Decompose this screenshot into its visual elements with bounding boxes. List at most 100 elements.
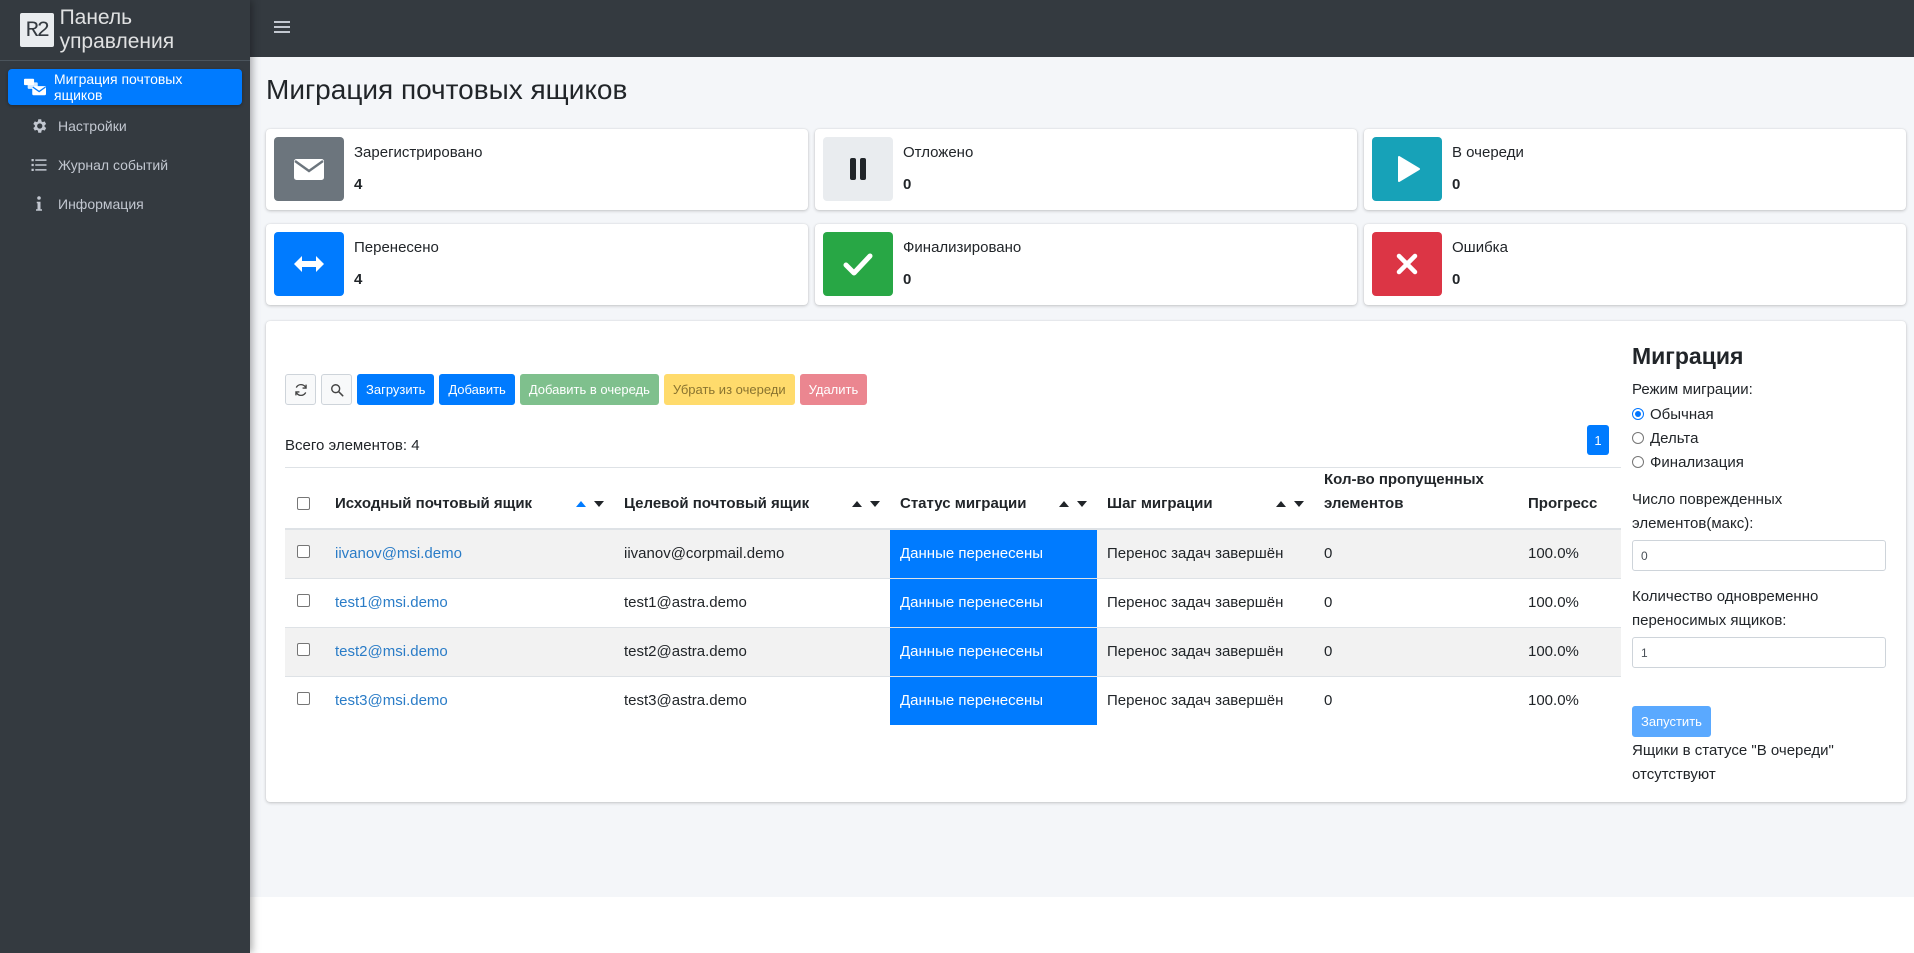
list-icon — [28, 156, 50, 174]
damaged-input[interactable]: 0 — [1632, 540, 1886, 571]
sort-arrows-icon[interactable] — [568, 501, 604, 507]
source-mailbox-link[interactable]: test2@msi.demo — [335, 643, 448, 660]
column-skipped: Кол-во пропущенных элементов — [1324, 471, 1484, 512]
search-button[interactable] — [321, 374, 352, 405]
stat-postponed: Отложено 0 — [815, 129, 1357, 210]
stat-error: Ошибка 0 — [1364, 224, 1906, 305]
damaged-label: Число поврежденных элементов(макс): — [1632, 491, 1783, 532]
sidebar-item-info[interactable]: Информация — [8, 186, 242, 222]
sidebar-item-event-log[interactable]: Журнал событий — [8, 147, 242, 183]
migration-panel-title: Миграция — [1632, 343, 1744, 369]
concurrent-input[interactable]: 1 — [1632, 637, 1886, 668]
stat-value: 0 — [1452, 271, 1461, 288]
menu-toggle-icon[interactable] — [274, 18, 290, 38]
table-row: test3@msi.demo test3@astra.demo Данные п… — [285, 676, 1621, 725]
table-header-row: Исходный почтовый ящик Целевой почтовый … — [285, 467, 1621, 530]
table-row: iivanov@msi.demo iivanov@corpmail.demo Д… — [285, 529, 1621, 578]
arrows-horizontal-icon — [274, 232, 344, 296]
refresh-button[interactable] — [285, 374, 316, 405]
row-checkbox[interactable] — [297, 545, 310, 559]
source-mailbox-link[interactable]: test3@msi.demo — [335, 692, 448, 709]
add-to-queue-button[interactable]: Добавить в очередь — [519, 374, 659, 405]
table-row: test1@msi.demo test1@astra.demo Данные п… — [285, 578, 1621, 627]
stat-value: 4 — [354, 176, 363, 193]
column-progress: Прогресс — [1528, 495, 1598, 512]
stat-value: 0 — [903, 176, 912, 193]
target-mailbox: test2@astra.demo — [624, 643, 747, 660]
status-cell: Данные перенесены — [890, 578, 1097, 627]
add-button[interactable]: Добавить — [439, 374, 515, 405]
delete-button[interactable]: Удалить — [799, 374, 868, 405]
row-checkbox[interactable] — [297, 643, 310, 656]
brand[interactable]: R2 Панель управления — [0, 0, 250, 61]
stat-registered: Зарегистрировано 4 — [266, 129, 808, 210]
stat-value: 0 — [903, 271, 912, 288]
stat-queued: В очереди 0 — [1364, 129, 1906, 210]
stat-label: В очереди — [1452, 144, 1524, 161]
mode-label: Режим миграции: — [1632, 381, 1753, 398]
stat-label: Финализировано — [903, 239, 1022, 256]
sort-arrows-icon[interactable] — [1051, 501, 1087, 507]
status-cell: Данные перенесены — [890, 627, 1097, 676]
sort-arrows-icon[interactable] — [1268, 501, 1304, 507]
step-cell: Перенос задач завершён — [1107, 643, 1284, 660]
sidebar-nav: Миграция почтовых ящиков Настройки Журна… — [0, 61, 250, 233]
column-target[interactable]: Целевой почтовый ящик — [614, 468, 890, 530]
source-mailbox-link[interactable]: test1@msi.demo — [335, 594, 448, 611]
stat-transferred: Перенесено 4 — [266, 224, 808, 305]
brand-logo: R2 — [20, 13, 54, 47]
pause-icon — [823, 137, 893, 201]
target-mailbox: test3@astra.demo — [624, 692, 747, 710]
radio-finalization[interactable] — [1632, 456, 1644, 468]
stat-label: Зарегистрировано — [354, 144, 483, 161]
target-mailbox: iivanov@corpmail.demo — [624, 545, 785, 563]
radio-normal[interactable] — [1632, 408, 1644, 420]
remove-from-queue-button[interactable]: Убрать из очереди — [663, 374, 795, 405]
mode-option-delta[interactable]: Дельта — [1632, 426, 1892, 450]
skipped-cell: 0 — [1324, 643, 1333, 660]
mode-option-normal[interactable]: Обычная — [1632, 402, 1892, 426]
search-icon — [330, 383, 343, 396]
total-count: Всего элементов: 4 — [285, 437, 420, 454]
page-1-button[interactable]: 1 — [1587, 425, 1609, 455]
radio-delta[interactable] — [1632, 432, 1644, 444]
stat-value: 4 — [354, 271, 363, 288]
run-button[interactable]: Запустить — [1632, 706, 1711, 737]
progress-cell: 100.0% — [1528, 545, 1579, 563]
step-cell: Перенос задач завершён — [1107, 594, 1284, 611]
target-mailbox: test1@astra.demo — [624, 594, 747, 611]
sort-arrows-icon[interactable] — [844, 501, 880, 507]
content: Миграция почтовых ящиков Зарегистрирован… — [250, 57, 1914, 897]
stat-label: Ошибка — [1452, 239, 1508, 256]
column-step[interactable]: Шаг миграции — [1097, 468, 1314, 530]
mode-option-finalization[interactable]: Финализация — [1632, 450, 1892, 474]
stat-value: 0 — [1452, 176, 1461, 193]
select-all-checkbox[interactable] — [297, 497, 310, 510]
source-mailbox-link[interactable]: iivanov@msi.demo — [335, 545, 462, 562]
migration-panel: Миграция Режим миграции: Обычная Дельта … — [1632, 343, 1892, 787]
skipped-cell: 0 — [1324, 692, 1333, 710]
brand-text: Панель управления — [59, 6, 175, 53]
concurrent-label: Количество одновременно переносимых ящик… — [1632, 588, 1819, 629]
sidebar: R2 Панель управления Миграция почтовых я… — [0, 0, 250, 953]
sidebar-item-mailbox-migration[interactable]: Миграция почтовых ящиков — [8, 69, 242, 105]
row-checkbox[interactable] — [297, 692, 310, 706]
sidebar-item-label: Миграция почтовых ящиков — [54, 71, 183, 103]
status-cell: Данные перенесены — [890, 529, 1097, 578]
refresh-icon — [294, 383, 307, 396]
close-icon — [1372, 232, 1442, 296]
envelope-icon — [274, 137, 344, 201]
sidebar-item-label: Журнал событий — [58, 157, 169, 173]
sidebar-item-settings[interactable]: Настройки — [8, 108, 242, 144]
page-title: Миграция почтовых ящиков — [266, 74, 628, 105]
info-icon — [28, 195, 50, 213]
column-source[interactable]: Исходный почтовый ящик — [325, 468, 614, 530]
sidebar-item-label: Информация — [58, 196, 144, 212]
toolbar: Загрузить Добавить Добавить в очередь Уб… — [285, 374, 872, 405]
step-cell: Перенос задач завершён — [1107, 545, 1284, 563]
load-button[interactable]: Загрузить — [357, 374, 435, 405]
sidebar-item-label: Настройки — [58, 118, 127, 134]
column-status[interactable]: Статус миграции — [890, 468, 1097, 530]
row-checkbox[interactable] — [297, 594, 310, 607]
mailbox-table: Исходный почтовый ящик Целевой почтовый … — [285, 467, 1621, 725]
